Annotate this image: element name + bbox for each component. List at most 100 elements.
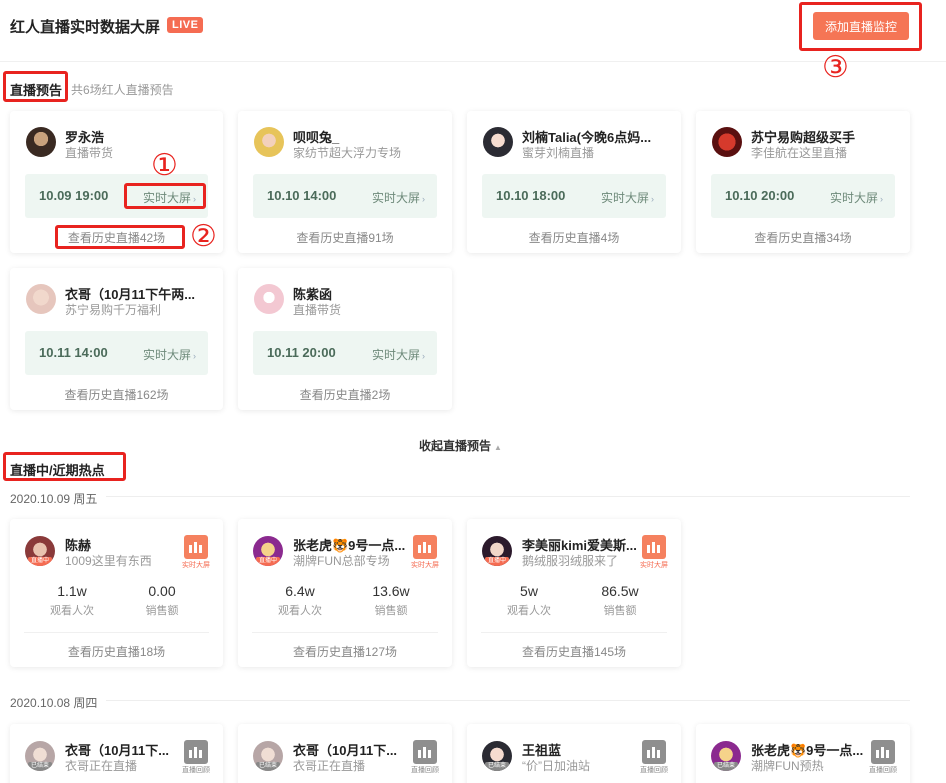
realtime-screen-button[interactable]: [184, 535, 208, 559]
chevron-right-icon: ›: [651, 194, 654, 204]
avatar: 已结束: [25, 741, 55, 771]
schedule-time: 10.10 14:00: [267, 188, 337, 203]
replay-card: 已结束 衣哥（10月11下... 衣哥正在直播 直播回顾: [10, 724, 223, 783]
sales-label: 销售额: [145, 605, 179, 617]
live-status-tag: 已结束: [28, 762, 52, 771]
divider: [106, 496, 910, 497]
history-link[interactable]: 查看历史直播91场: [238, 229, 452, 246]
anchor-desc: 潮牌FUN预热: [751, 759, 824, 773]
replay-button[interactable]: [413, 740, 437, 764]
history-link[interactable]: 查看历史直播34场: [696, 229, 910, 246]
card-divider: [481, 632, 667, 633]
live-status-tag: 已结束: [256, 762, 280, 771]
add-live-monitor-button[interactable]: 添加直播监控: [813, 12, 909, 40]
page-title: 红人直播实时数据大屏: [10, 19, 161, 36]
replay-card: 已结束 王祖蓝 “价”日加油站 直播回顾: [467, 724, 681, 783]
avatar: [483, 127, 513, 157]
chart-bar-icon: [423, 747, 426, 758]
schedule-time: 10.10 18:00: [496, 188, 566, 203]
chart-bar-icon: [647, 545, 650, 553]
page-header: 红人直播实时数据大屏 LIVE 添加直播监控: [0, 0, 946, 62]
preview-section-subtitle: 共6场红人直播预告: [71, 83, 174, 97]
replay-button[interactable]: [871, 740, 895, 764]
views-label: 观看人次: [507, 605, 551, 617]
realtime-screen-link[interactable]: 实时大屏 ›: [143, 189, 196, 206]
schedule-time: 10.09 19:00: [39, 188, 109, 203]
realtime-screen-button[interactable]: [642, 535, 666, 559]
anchor-desc: 潮牌FUN总部专场: [293, 554, 390, 568]
annotation-2: ②: [190, 219, 217, 254]
chevron-right-icon: ›: [880, 194, 883, 204]
history-link[interactable]: 查看历史直播145场: [467, 643, 681, 660]
anchor-desc: “价”日加油站: [522, 759, 590, 773]
anchor-desc: 李佳航在这里直播: [751, 146, 848, 160]
realtime-screen-label: 实时大屏: [829, 191, 878, 205]
chart-bar-icon: [652, 747, 655, 758]
history-link[interactable]: 查看历史直播18场: [10, 643, 223, 660]
sales-value: 13.6w: [372, 583, 410, 599]
realtime-screen-label: 实时大屏: [371, 191, 420, 205]
chart-bar-icon: [657, 750, 660, 758]
views-value: 5w: [520, 583, 538, 599]
divider: [106, 700, 910, 701]
replay-button-label: 直播回顾: [869, 767, 897, 774]
sales-value: 86.5w: [601, 583, 639, 599]
realtime-screen-label: 实时大屏: [142, 348, 191, 362]
preview-card: 陈紫函 直播带货 10.11 20:00 实时大屏 › 查看历史直播2场: [238, 268, 452, 410]
avatar: [254, 284, 284, 314]
views-label: 观看人次: [278, 605, 322, 617]
collapse-preview-toggle[interactable]: 收起直播预告 ▲: [419, 437, 502, 454]
anchor-desc: 鹅绒服羽绒服来了: [522, 554, 619, 568]
realtime-screen-button[interactable]: [413, 535, 437, 559]
preview-card: 刘楠Talia(今晚6点妈... 蜜芽刘楠直播 10.10 18:00 实时大屏…: [467, 111, 681, 253]
chart-bar-icon: [189, 750, 192, 758]
history-link[interactable]: 查看历史直播2场: [238, 386, 452, 403]
avatar: [254, 127, 284, 157]
chevron-right-icon: ›: [422, 194, 425, 204]
avatar: [26, 284, 56, 314]
replay-card: 已结束 张老虎🐯9号一点... 潮牌FUN预热 直播回顾: [696, 724, 910, 783]
realtime-screen-link[interactable]: 实时大屏 ›: [143, 346, 196, 363]
realtime-screen-button-label: 实时大屏: [411, 562, 439, 569]
avatar: 已结束: [711, 741, 741, 771]
preview-section-title: 直播预告: [10, 83, 63, 98]
avatar: [712, 127, 742, 157]
live-status-tag: 直播中: [256, 557, 280, 566]
replay-button[interactable]: [184, 740, 208, 764]
realtime-screen-link[interactable]: 实时大屏 ›: [372, 189, 425, 206]
history-link[interactable]: 查看历史直播127场: [238, 643, 452, 660]
live-status-tag: 直播中: [28, 557, 52, 566]
chart-bar-icon: [886, 750, 889, 758]
schedule-time: 10.11 14:00: [39, 345, 108, 360]
replay-button-label: 直播回顾: [411, 767, 439, 774]
anchor-desc: 衣哥正在直播: [65, 759, 138, 773]
anchor-desc: 衣哥正在直播: [293, 759, 366, 773]
avatar: [26, 127, 56, 157]
realtime-screen-link[interactable]: 实时大屏 ›: [372, 346, 425, 363]
anchor-desc: 直播带货: [65, 146, 114, 160]
chart-bar-icon: [876, 750, 879, 758]
live-status-tag: 已结束: [485, 762, 509, 771]
chart-bar-icon: [194, 542, 197, 553]
realtime-screen-link[interactable]: 实时大屏 ›: [601, 189, 654, 206]
chart-bar-icon: [194, 747, 197, 758]
chart-bar-icon: [418, 545, 421, 553]
replay-button-label: 直播回顾: [640, 767, 668, 774]
history-link[interactable]: 查看历史直播162场: [10, 386, 223, 403]
sales-label: 销售额: [374, 605, 408, 617]
chart-bar-icon: [657, 545, 660, 553]
realtime-screen-link[interactable]: 实时大屏 ›: [830, 189, 883, 206]
history-link[interactable]: 查看历史直播4场: [467, 229, 681, 246]
live-card: 直播中 李美丽kimi爱美斯... 鹅绒服羽绒服来了 实时大屏 5w 观看人次 …: [467, 519, 681, 667]
chart-bar-icon: [199, 545, 202, 553]
views-value: 6.4w: [285, 583, 315, 599]
schedule-box: 10.09 19:00 实时大屏 ›: [25, 174, 208, 218]
realtime-screen-label: 实时大屏: [371, 348, 420, 362]
realtime-screen-label: 实时大屏: [600, 191, 649, 205]
chart-bar-icon: [647, 750, 650, 758]
live-card: 直播中 张老虎🐯9号一点... 潮牌FUN总部专场 实时大屏 6.4w 观看人次…: [238, 519, 452, 667]
anchor-desc: 1009这里有东西: [65, 554, 152, 568]
card-divider: [24, 632, 209, 633]
replay-button[interactable]: [642, 740, 666, 764]
realtime-screen-button-label: 实时大屏: [182, 562, 210, 569]
